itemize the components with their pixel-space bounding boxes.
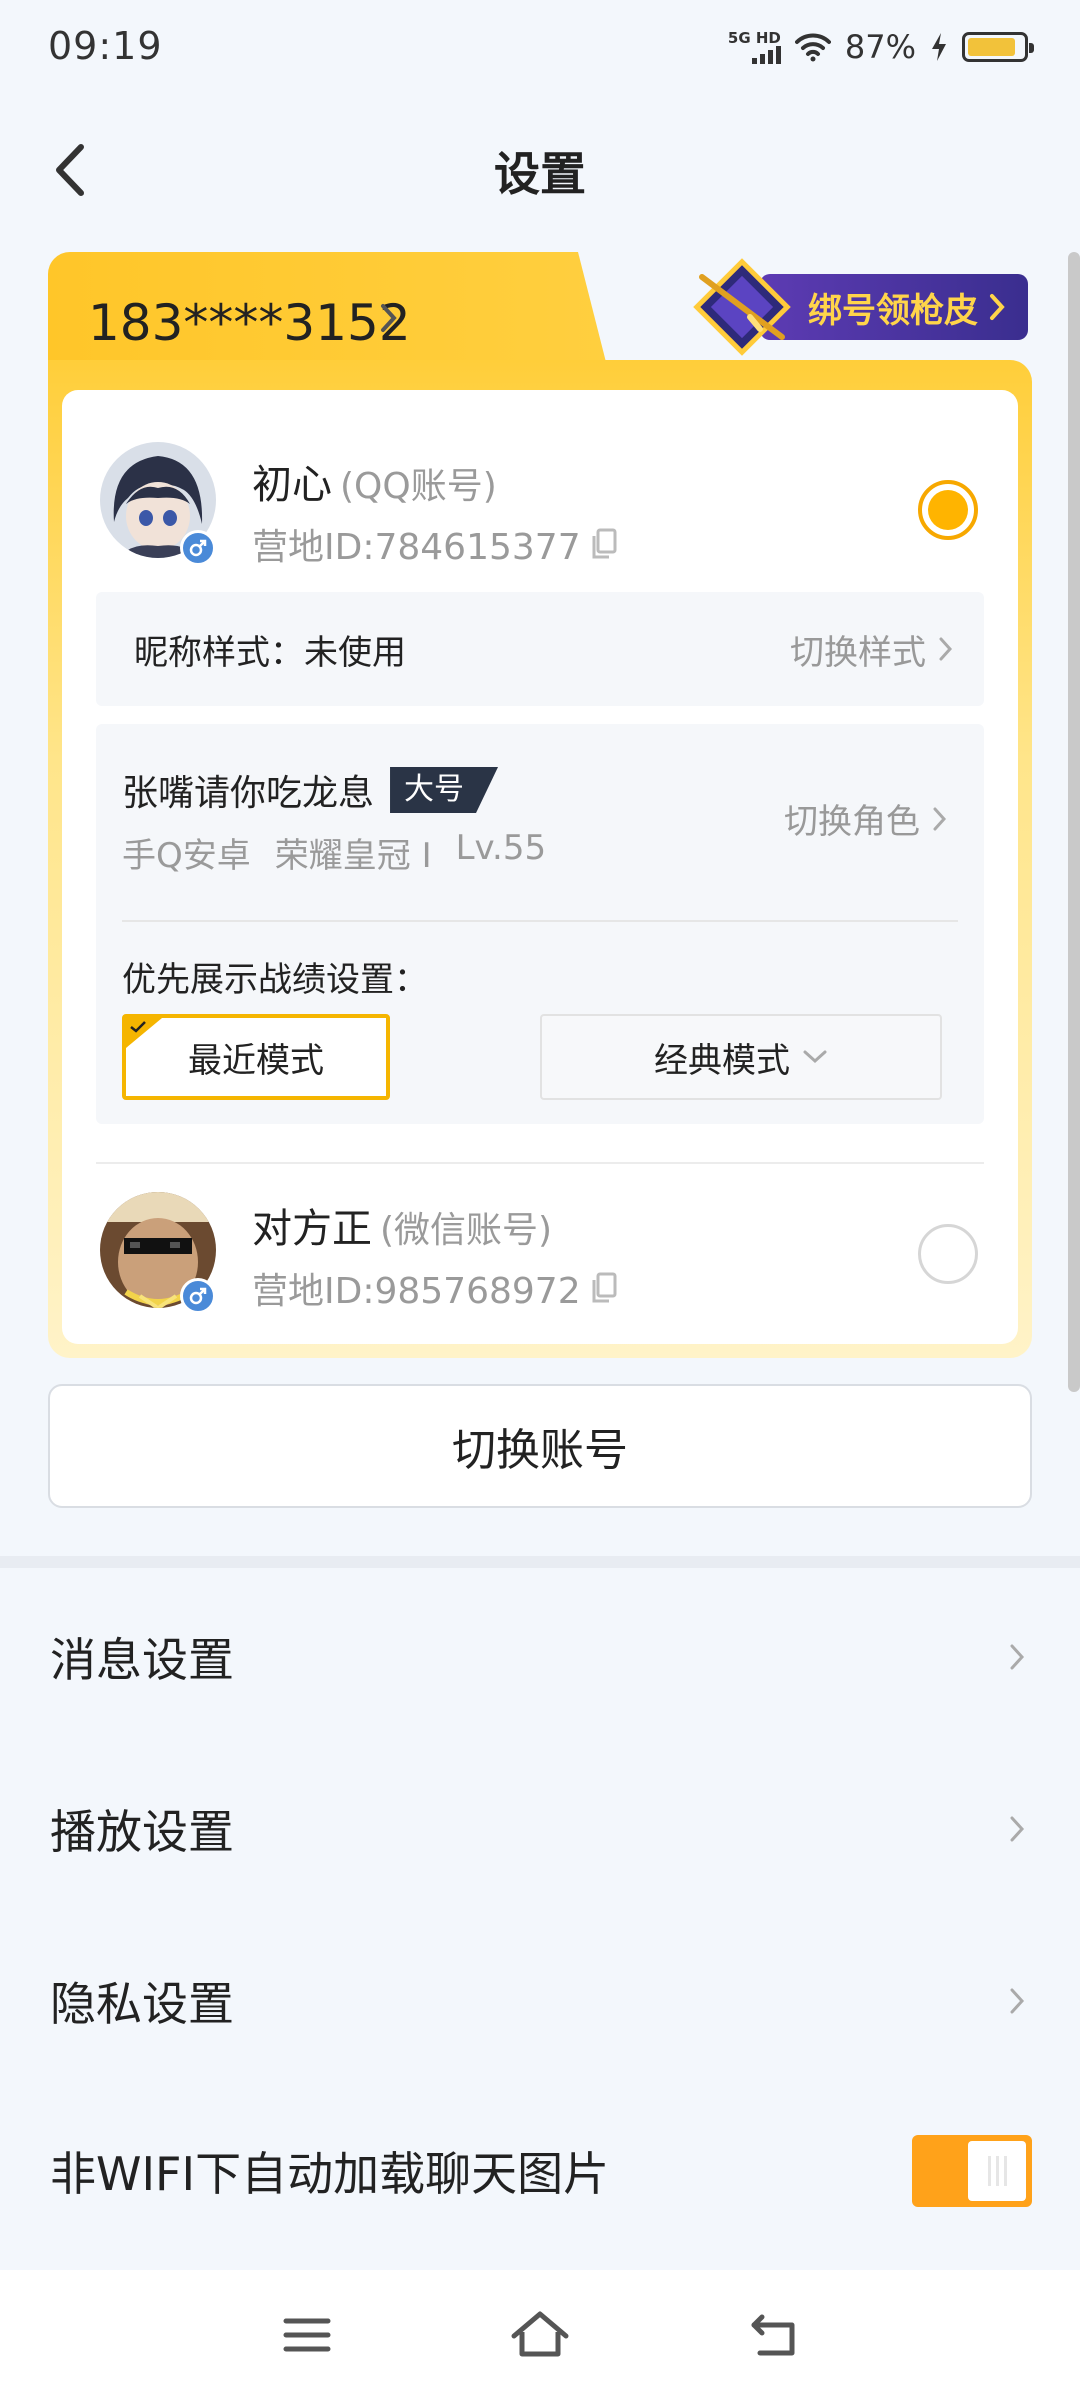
role-name: 张嘴请你吃龙息 xyxy=(122,773,375,814)
chevron-right-icon xyxy=(1010,1816,1025,1842)
copy-icon[interactable] xyxy=(589,527,619,561)
home-nav-button[interactable] xyxy=(495,2290,585,2380)
battery-percent: 87% xyxy=(844,28,916,66)
menu-icon xyxy=(283,2318,331,2352)
male-icon xyxy=(180,1278,216,1314)
home-icon xyxy=(511,2311,569,2357)
role-name-row: 张嘴请你吃龙息 大号 xyxy=(122,764,498,816)
return-icon xyxy=(751,2314,795,2356)
auto-load-images-toggle[interactable] xyxy=(912,2135,1032,2207)
status-icons: 5G HD 87% xyxy=(728,28,1034,66)
promo-pill: 绑号领枪皮 xyxy=(760,274,1028,340)
chevron-right-icon xyxy=(939,637,953,661)
toggle-label: 非WIFI下自动加载聊天图片 xyxy=(50,2147,610,2201)
role-tag-badge: 大号 xyxy=(390,767,498,813)
divider xyxy=(122,920,958,922)
page-title: 设置 xyxy=(494,147,586,201)
menu-item-message-settings[interactable]: 消息设置 xyxy=(0,1572,1080,1742)
chevron-right-icon xyxy=(1010,1988,1025,2014)
switch-role-label: 切换角色 xyxy=(784,802,920,842)
classic-mode-dropdown[interactable]: 经典模式 xyxy=(540,1014,942,1100)
game-role-panel: 张嘴请你吃龙息 大号 手Q安卓 荣耀皇冠 I Lv.55 切换角色 优先展示战绩… xyxy=(96,724,984,1124)
account-type: (QQ账号) xyxy=(340,466,497,507)
battery-icon xyxy=(962,32,1034,62)
menu-nav-button[interactable] xyxy=(262,2290,352,2380)
record-pref-label: 优先展示战绩设置： xyxy=(122,960,428,1000)
classic-mode-label: 经典模式 xyxy=(654,1040,790,1081)
gun-skin-icon xyxy=(693,258,791,356)
role-level: Lv.55 xyxy=(455,828,547,868)
chevron-right-icon xyxy=(1010,1644,1025,1670)
checkmark-icon xyxy=(130,1021,146,1033)
male-icon xyxy=(180,530,216,566)
nickname-style-label: 昵称样式：未使用 xyxy=(134,632,406,673)
auto-load-images-row: 非WIFI下自动加载聊天图片 xyxy=(0,2086,1080,2256)
account-name: 对方正 xyxy=(252,1206,372,1252)
switch-account-button[interactable]: 切换账号 xyxy=(48,1384,1032,1508)
camp-id-row: 营地ID:985768972 xyxy=(252,1262,619,1314)
account-1-name-row: 初心 (QQ账号) xyxy=(252,452,497,510)
account-2-radio[interactable] xyxy=(918,1224,978,1284)
scrollbar[interactable] xyxy=(1068,252,1080,1392)
chevron-right-icon[interactable] xyxy=(378,298,400,338)
menu-label: 隐私设置 xyxy=(50,1977,234,2031)
camp-id-row: 营地ID:784615377 xyxy=(252,518,619,570)
promo-button[interactable]: 绑号领枪皮 xyxy=(690,258,1028,356)
battery-fill xyxy=(968,38,1015,56)
switch-style-label: 切换样式 xyxy=(790,632,926,673)
menu-label: 播放设置 xyxy=(50,1805,234,1859)
toggle-knob xyxy=(968,2141,1026,2201)
account-type: (微信账号) xyxy=(380,1210,553,1251)
recent-mode-button[interactable]: 最近模式 xyxy=(122,1014,390,1100)
nickname-style-row[interactable]: 昵称样式：未使用 切换样式 xyxy=(96,592,984,706)
copy-icon[interactable] xyxy=(589,1271,619,1305)
role-platform: 手Q安卓 xyxy=(122,836,251,876)
account-2-name-row: 对方正 (微信账号) xyxy=(252,1196,552,1254)
switch-role-link[interactable]: 切换角色 xyxy=(784,794,948,843)
menu-item-playback-settings[interactable]: 播放设置 xyxy=(0,1744,1080,1914)
divider xyxy=(96,1162,984,1164)
role-rank: 荣耀皇冠 I xyxy=(274,836,432,876)
account-name: 初心 xyxy=(252,462,332,508)
chevron-down-icon xyxy=(803,1050,827,1064)
camp-id: 营地ID:784615377 xyxy=(252,527,581,568)
camp-id: 营地ID:985768972 xyxy=(252,1271,581,1312)
section-divider xyxy=(0,1556,1080,1568)
network-label: 5G HD xyxy=(727,29,781,47)
chevron-right-icon xyxy=(990,294,1005,320)
role-info: 手Q安卓 荣耀皇冠 I Lv.55 xyxy=(122,828,546,877)
system-nav-bar xyxy=(0,2270,1080,2400)
status-time: 09:19 xyxy=(48,24,163,68)
menu-item-privacy-settings[interactable]: 隐私设置 xyxy=(0,1916,1080,2086)
charging-icon xyxy=(932,33,946,61)
recent-mode-label: 最近模式 xyxy=(188,1040,324,1081)
chevron-right-icon xyxy=(933,807,947,830)
switch-style-link[interactable]: 切换样式 xyxy=(790,625,954,674)
promo-label: 绑号领枪皮 xyxy=(808,290,978,331)
phone-number[interactable]: 183****3152 xyxy=(88,294,411,352)
account-1-radio-selected[interactable] xyxy=(918,480,978,540)
wifi-icon xyxy=(794,33,831,62)
back-nav-button[interactable] xyxy=(728,2290,818,2380)
signal-icon: 5G HD xyxy=(728,30,781,64)
menu-label: 消息设置 xyxy=(50,1633,234,1687)
